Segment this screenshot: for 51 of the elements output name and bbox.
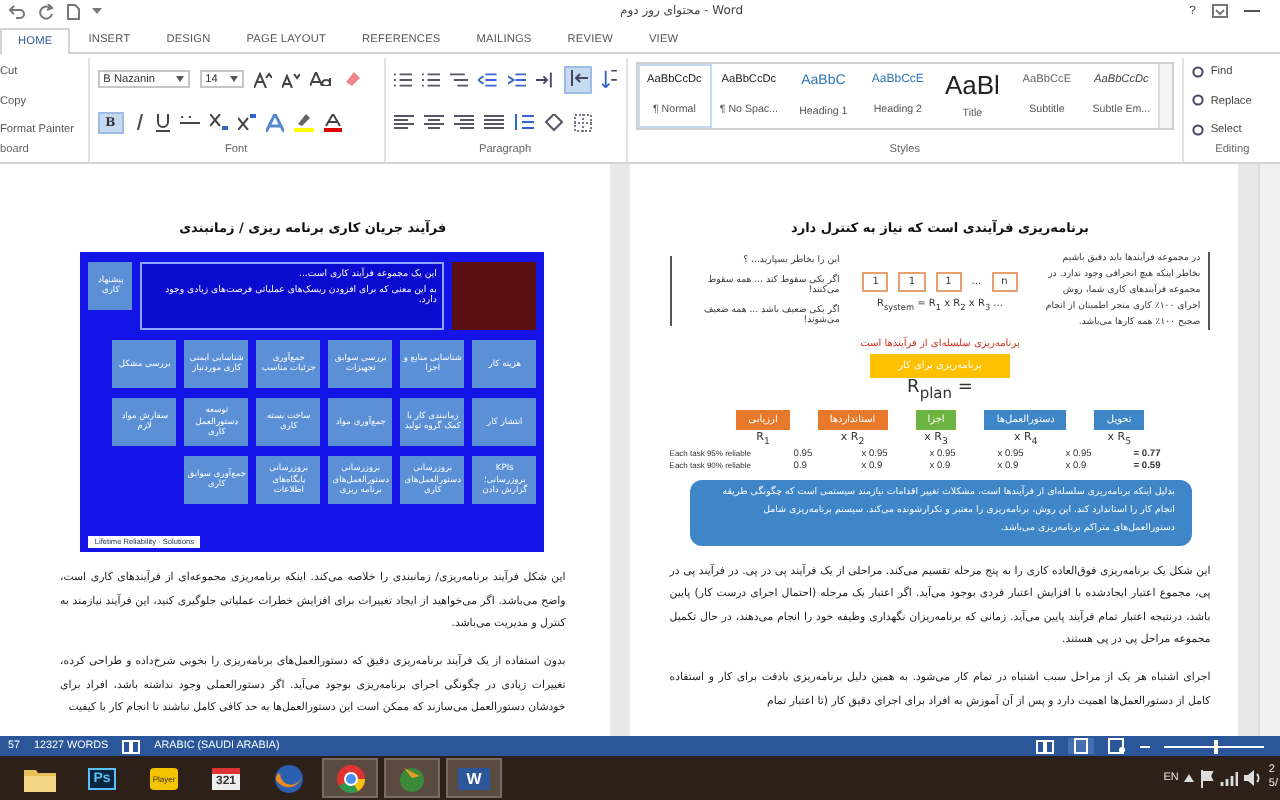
photo-placeholder bbox=[452, 262, 537, 331]
taskbar-app[interactable] bbox=[322, 758, 378, 799]
align-center-icon[interactable] bbox=[423, 114, 444, 131]
bullets-icon[interactable] bbox=[393, 71, 412, 88]
browser-icon bbox=[335, 763, 365, 794]
subscript-icon[interactable] bbox=[209, 114, 228, 131]
undo-icon[interactable] bbox=[8, 3, 26, 20]
change-case-icon[interactable] bbox=[309, 72, 334, 87]
chevron-up-icon[interactable] bbox=[1184, 774, 1195, 783]
increase-indent-icon[interactable] bbox=[507, 71, 526, 88]
sort-icon[interactable] bbox=[602, 70, 618, 89]
shrink-font-icon[interactable] bbox=[281, 71, 300, 88]
justify-icon[interactable] bbox=[483, 114, 504, 131]
redo-icon[interactable] bbox=[38, 3, 54, 20]
book-icon[interactable] bbox=[122, 739, 141, 754]
align-left-icon[interactable] bbox=[393, 114, 414, 131]
taskbar-app[interactable]: W bbox=[446, 758, 502, 799]
caret-icon[interactable] bbox=[229, 76, 238, 83]
signal-icon[interactable] bbox=[1220, 771, 1239, 786]
underline-icon[interactable] bbox=[155, 113, 170, 132]
globe-icon bbox=[273, 763, 303, 794]
new-document-icon[interactable] bbox=[66, 3, 80, 20]
superscript-icon[interactable] bbox=[237, 114, 256, 131]
ltr-icon[interactable] bbox=[535, 71, 555, 88]
numbering-icon[interactable] bbox=[421, 71, 441, 88]
line-spacing-icon[interactable] bbox=[513, 114, 534, 131]
decrease-indent-icon[interactable] bbox=[478, 71, 498, 88]
highlighter-icon[interactable] bbox=[293, 113, 314, 132]
text-effects-icon[interactable] bbox=[265, 113, 284, 132]
borders-icon[interactable] bbox=[573, 113, 592, 132]
flag-icon[interactable] bbox=[1200, 769, 1215, 788]
multilevel-list-icon[interactable] bbox=[450, 71, 469, 88]
rtl-button[interactable] bbox=[564, 65, 593, 94]
minimize-icon[interactable] bbox=[1244, 9, 1260, 14]
grow-font-icon[interactable] bbox=[253, 71, 272, 88]
gallery-scrollbar[interactable] bbox=[1158, 63, 1173, 128]
strikethrough-icon[interactable] bbox=[179, 115, 200, 130]
scrollbar[interactable] bbox=[1258, 164, 1280, 737]
ribbon-display-icon[interactable] bbox=[1212, 4, 1228, 19]
caret-icon[interactable] bbox=[175, 76, 184, 83]
speaker-icon[interactable] bbox=[1244, 770, 1263, 787]
read-mode-icon[interactable] bbox=[1036, 739, 1054, 754]
font-color-icon[interactable] bbox=[323, 113, 342, 132]
formula-text: R$_{plan}$ = bbox=[907, 378, 973, 405]
align-right-icon[interactable] bbox=[453, 114, 474, 131]
shading-icon[interactable] bbox=[543, 113, 564, 132]
folder-icon bbox=[24, 765, 56, 792]
print-layout-button[interactable] bbox=[1068, 738, 1094, 755]
dropdown-icon[interactable] bbox=[92, 7, 102, 16]
web-layout-icon[interactable] bbox=[1108, 738, 1126, 755]
italic-icon[interactable] bbox=[133, 114, 146, 131]
